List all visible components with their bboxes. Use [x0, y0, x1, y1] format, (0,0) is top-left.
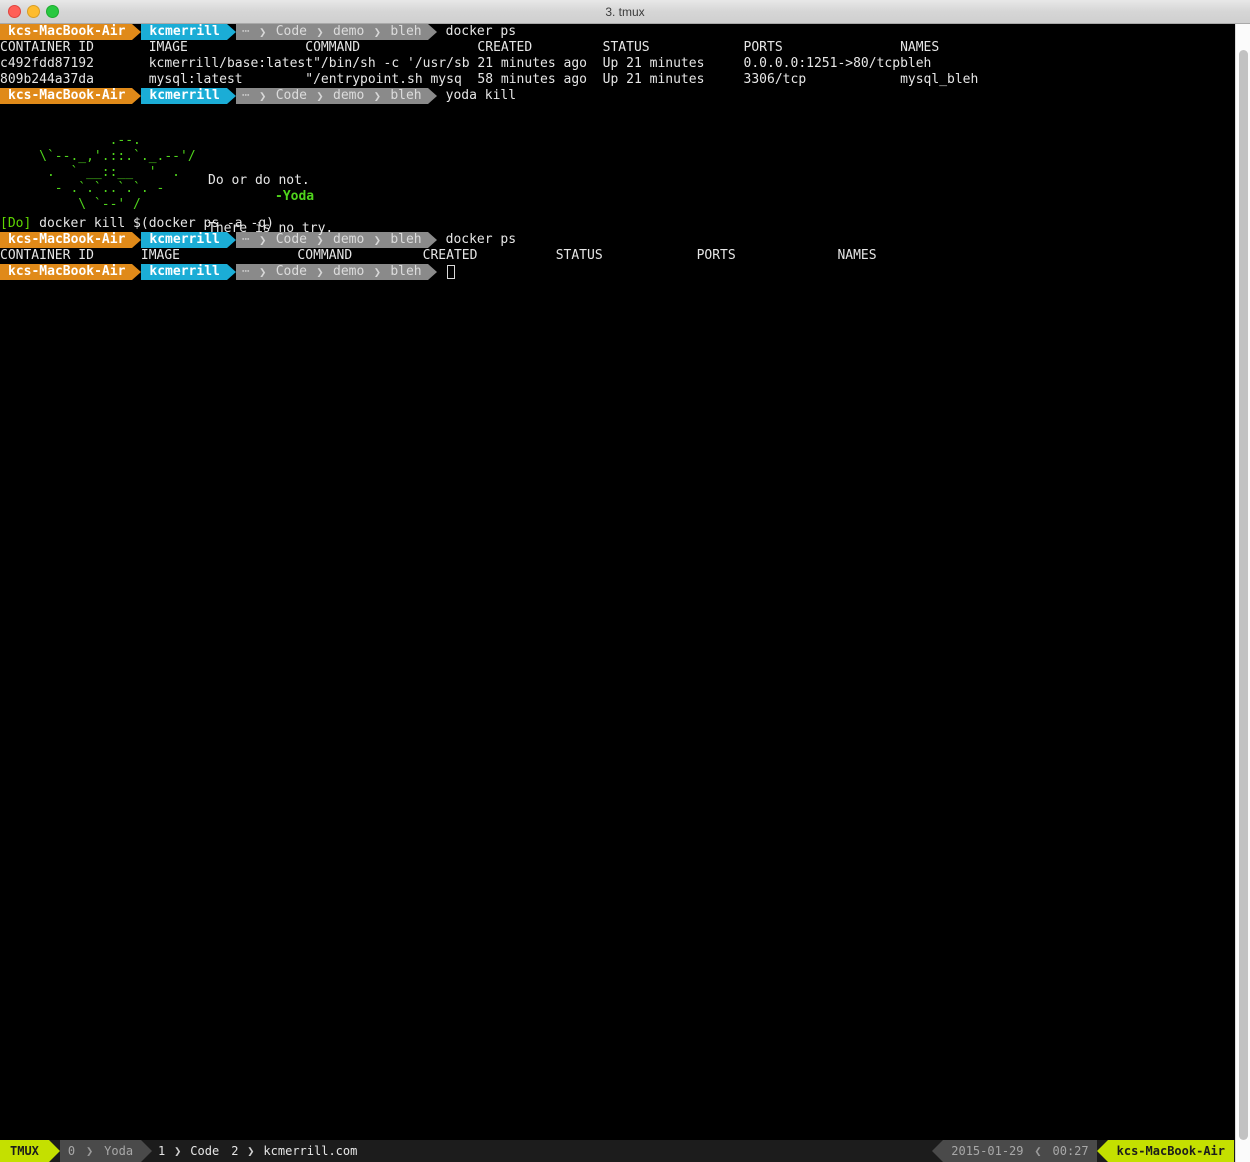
- command-text-1: docker ps: [445, 24, 517, 39]
- yoda-ascii-art: .--. \`--._,'.::.`._.--'/ . ` __::__ ' .…: [39, 133, 196, 212]
- yoda-quote-author: -Yoda: [275, 189, 315, 204]
- close-button[interactable]: [8, 5, 21, 18]
- command-text-3: docker ps: [445, 232, 517, 247]
- vertical-scrollbar[interactable]: [1235, 24, 1250, 1162]
- tmux-window-name-1[interactable]: Code: [184, 1140, 226, 1162]
- zoom-button[interactable]: [46, 5, 59, 18]
- terminal-body[interactable]: kcs-MacBook-Air kcmerrill ⋯ ❯ Code ❯ dem…: [0, 24, 1250, 1162]
- window-title: 3. tmux: [605, 4, 645, 19]
- powerline-arrow-icon: [226, 24, 236, 40]
- prompt-user: kcmerrill: [141, 24, 227, 40]
- status-left: TMUX 0 ❯ Yoda 1 ❯ Code 2 ❯ kcmerrill.com: [0, 1140, 364, 1162]
- yoda-quote: Do or do not. There is no try.: [208, 141, 333, 269]
- powerline-arrow-icon: [48, 1140, 60, 1162]
- prompt-host: kcs-MacBook-Air: [0, 24, 133, 40]
- status-hostname: kcs-MacBook-Air: [1107, 1140, 1234, 1162]
- powerline-arrow-icon: [141, 1140, 153, 1162]
- prompt-host: kcs-MacBook-Air: [0, 264, 133, 280]
- tmux-label: TMUX: [0, 1140, 49, 1162]
- prompt-line-3: kcs-MacBook-Air kcmerrill ⋯ ❯ Code ❯ dem…: [0, 232, 1250, 248]
- chevron-right-icon: ❯: [370, 24, 385, 40]
- chevron-right-icon: ❯: [370, 232, 385, 248]
- powerline-arrow-icon: [427, 88, 437, 104]
- prompt-path-part-0: Code: [269, 24, 313, 40]
- powerline-arrow-icon: [427, 232, 437, 248]
- prompt-path-part-1: demo: [327, 232, 371, 248]
- tmux-window-name-0[interactable]: Yoda: [96, 1140, 142, 1162]
- prompt-host: kcs-MacBook-Air: [0, 88, 133, 104]
- minimize-button[interactable]: [27, 5, 40, 18]
- powerline-arrow-icon: [132, 88, 142, 104]
- text-cursor: [446, 265, 455, 279]
- title-bar: 3. tmux: [0, 0, 1250, 24]
- prompt-host: kcs-MacBook-Air: [0, 232, 133, 248]
- scrollbar-thumb[interactable]: [1239, 50, 1248, 1140]
- powerline-arrow-icon: [427, 264, 437, 280]
- status-spacer: [363, 1140, 932, 1162]
- terminal-window: 3. tmux kcs-MacBook-Air kcmerrill ⋯ ❯ Co…: [0, 0, 1250, 1162]
- yoda-action-line: [Do] docker kill $(docker ps -a -q): [0, 216, 1250, 232]
- prompt-path-part-2: bleh: [384, 88, 428, 104]
- prompt-path-ellipsis: ⋯: [235, 88, 256, 104]
- prompt-line-2: kcs-MacBook-Air kcmerrill ⋯ ❯ Code ❯ dem…: [0, 88, 1250, 104]
- powerline-arrow-icon: [226, 88, 236, 104]
- chevron-right-icon: ❯: [244, 1140, 258, 1162]
- chevron-right-icon: ❯: [313, 24, 327, 40]
- prompt-path-part-2: bleh: [384, 264, 428, 280]
- powerline-arrow-icon: [226, 264, 236, 280]
- chevron-right-icon: ❯: [255, 24, 270, 40]
- chevron-right-icon: ❯: [313, 88, 327, 104]
- chevron-right-icon: ❯: [370, 264, 385, 280]
- terminal-screen[interactable]: kcs-MacBook-Air kcmerrill ⋯ ❯ Code ❯ dem…: [0, 24, 1250, 1140]
- powerline-arrow-icon: [932, 1140, 944, 1162]
- command-text-2: yoda kill: [445, 88, 517, 103]
- yoda-banner: .--. \`--._,'.::.`._.--'/ . ` __::__ ' .…: [0, 120, 1250, 236]
- status-date: 2015-01-29: [943, 1140, 1032, 1162]
- tmux-status-bar: TMUX 0 ❯ Yoda 1 ❯ Code 2 ❯ kcmerrill.com…: [0, 1140, 1250, 1162]
- docker-ps-row: c492fdd87192 kcmerrill/base:latest"/bin/…: [0, 56, 932, 71]
- powerline-arrow-icon: [226, 232, 236, 248]
- docker-ps-row: 809b244a37da mysql:latest "/entrypoint.s…: [0, 72, 979, 87]
- docker-ps-header-row-2: CONTAINER ID IMAGE COMMAND CREATED STATU…: [0, 248, 877, 263]
- prompt-path-part-1: demo: [327, 24, 371, 40]
- chevron-right-icon: ❯: [83, 1140, 97, 1162]
- prompt-line-1: kcs-MacBook-Air kcmerrill ⋯ ❯ Code ❯ dem…: [0, 24, 1250, 40]
- status-right: 2015-01-29 ❮ 00:27 kcs-MacBook-Air: [932, 1140, 1250, 1162]
- window-controls: [0, 5, 59, 18]
- prompt-path-part-0: Code: [269, 88, 313, 104]
- tmux-window-index-0[interactable]: 0: [59, 1140, 84, 1162]
- powerline-arrow-icon: [427, 24, 437, 40]
- chevron-left-icon: ❮: [1031, 1140, 1045, 1162]
- powerline-arrow-icon: [132, 24, 142, 40]
- prompt-user: kcmerrill: [141, 88, 227, 104]
- powerline-arrow-icon: [1096, 1140, 1108, 1162]
- prompt-path-part-1: demo: [327, 88, 371, 104]
- prompt-path-part-1: demo: [327, 264, 371, 280]
- prompt-path-part-2: bleh: [384, 232, 428, 248]
- powerline-arrow-icon: [132, 264, 142, 280]
- yoda-quote-line-1: Do or do not.: [208, 173, 310, 188]
- tmux-window-index-2[interactable]: 2: [225, 1140, 245, 1162]
- command-input[interactable]: [437, 264, 455, 280]
- prompt-path-part-2: bleh: [384, 24, 428, 40]
- tmux-window-name-2[interactable]: kcmerrill.com: [257, 1140, 364, 1162]
- prompt-path-ellipsis: ⋯: [235, 24, 256, 40]
- prompt-line-4[interactable]: kcs-MacBook-Air kcmerrill ⋯ ❯ Code ❯ dem…: [0, 264, 1250, 280]
- chevron-right-icon: ❯: [171, 1140, 185, 1162]
- chevron-right-icon: ❯: [255, 88, 270, 104]
- status-time: 00:27: [1044, 1140, 1097, 1162]
- tmux-window-index-1[interactable]: 1: [152, 1140, 172, 1162]
- chevron-right-icon: ❯: [370, 88, 385, 104]
- yoda-action-tag: [Do]: [0, 216, 32, 231]
- powerline-arrow-icon: [132, 232, 142, 248]
- docker-ps-header-row-1: CONTAINER ID IMAGE COMMAND CREATED STATU…: [0, 40, 940, 55]
